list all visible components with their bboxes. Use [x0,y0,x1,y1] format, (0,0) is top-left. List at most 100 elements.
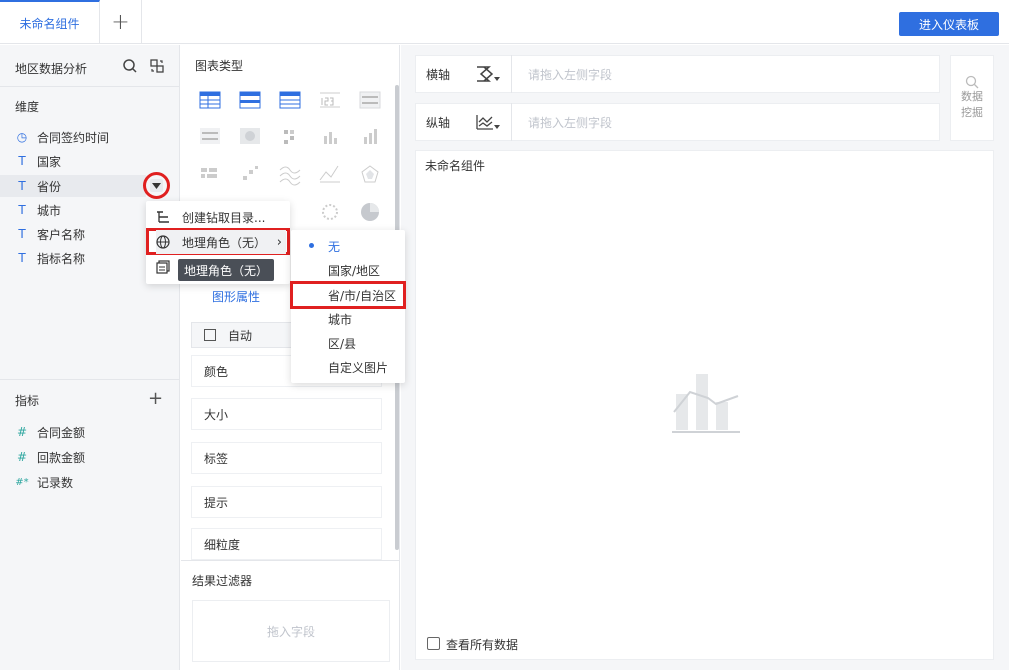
dimension-label: 客户名称 [37,227,86,242]
dimension-item[interactable]: T 城市 [15,200,61,220]
table-chart-icon[interactable] [199,91,221,109]
submenu-item-district[interactable]: 区/县 [328,331,356,355]
text-icon: T [18,251,26,265]
radar-chart-icon[interactable] [361,165,379,183]
search-icon[interactable] [122,58,138,74]
dimension-item[interactable]: T 客户名称 [15,224,85,244]
selected-dot-icon [309,243,314,248]
heatmap-icon[interactable] [240,128,260,144]
add-measure-icon[interactable]: + [148,390,163,408]
menu-create-drill[interactable]: 创建钻取目录... [156,205,284,229]
measure-item[interactable]: # 合同金额 [15,422,85,442]
dimension-label: 合同签约时间 [37,130,110,145]
text-icon: T [18,179,26,193]
filter-drop-zone[interactable]: 拖入字段 [192,600,390,662]
square-shape-icon [204,329,216,341]
x-axis-shelf[interactable]: 横轴 请拖入左侧字段 [415,55,940,93]
property-label[interactable]: 标签 [191,442,382,474]
submenu-item-custom-image[interactable]: 自定义图片 [328,355,388,379]
field-dropdown-button[interactable] [143,172,170,199]
y-axis-label: 纵轴 [426,115,451,130]
divider [0,379,180,380]
pie-chart-icon[interactable] [361,203,379,221]
dimension-label: 国家 [37,154,62,169]
divider [181,560,400,561]
sunburst-icon[interactable] [322,204,338,220]
kpi-number-icon[interactable] [320,92,340,108]
globe-icon [156,235,170,249]
copy-icon[interactable] [156,260,170,274]
measure-item[interactable]: #* 记录数 [15,472,73,492]
show-all-checkbox[interactable] [427,637,440,650]
text-icon: T [18,203,26,217]
switch-dataset-icon[interactable] [149,58,165,74]
bar-chart-icon[interactable] [324,132,337,144]
tooltip: 地理角色（无） [178,259,274,281]
detail-table-icon[interactable] [279,91,301,109]
menu-create-drill-label: 创建钻取目录... [182,210,266,225]
zigzag-axis-icon [476,66,500,82]
dimension-label: 指标名称 [37,251,86,266]
mining-label-1: 数据 [961,90,983,103]
list-table-icon[interactable] [359,91,381,109]
property-granularity[interactable]: 细粒度 [191,528,382,560]
tab-graphic-properties[interactable]: 图形属性 [212,288,260,305]
divider [0,86,180,87]
dimension-item[interactable]: T 指标名称 [15,248,85,268]
dimension-item[interactable]: ◷ 合同签约时间 [15,127,109,147]
column-chart-icon[interactable] [364,129,377,144]
add-tab-button[interactable]: + [100,0,142,44]
wave-icon[interactable] [279,166,301,186]
enter-dashboard-button[interactable]: 进入仪表板 [899,12,999,36]
stacked-icon[interactable] [201,168,217,178]
property-size[interactable]: 大小 [191,398,382,430]
clock-icon: ◷ [16,130,28,144]
y-axis-placeholder: 请拖入左侧字段 [528,115,613,130]
submenu-item-province[interactable]: 省/市/自治区 [328,283,396,307]
hash-star-icon: #* [15,476,29,488]
x-axis-placeholder: 请拖入左侧字段 [528,67,613,82]
y-axis-shelf[interactable]: 纵轴 请拖入左侧字段 [415,103,940,141]
text-icon: T [18,227,26,241]
dimension-label: 城市 [37,203,62,218]
show-all-label: 查看所有数据 [446,638,519,652]
data-mining-button[interactable]: 数据 挖掘 [950,55,994,141]
shape-type-label: 自动 [228,328,253,343]
line-chart-icon[interactable] [319,165,340,183]
dimension-label: 省份 [37,179,62,194]
drill-tree-icon [157,211,169,223]
measure-label: 合同金额 [37,425,86,440]
menu-geo-role[interactable]: 地理角色（无） › [156,230,286,254]
y-axis-type-select[interactable] [464,103,512,141]
cross-table-icon[interactable] [239,91,261,109]
dot-grid-icon[interactable] [284,130,294,144]
menu-geo-role-label: 地理角色（无） [182,235,267,250]
line-axis-icon [475,115,500,130]
submenu-item-country[interactable]: 国家/地区 [328,258,380,282]
result-filter-title: 结果过滤器 [192,574,253,588]
top-bar [0,0,1009,44]
hash-icon: # [16,450,28,464]
submenu-item-none[interactable]: 无 [328,234,340,258]
scatter-step-icon[interactable] [243,166,258,180]
x-axis-label: 横轴 [426,67,451,82]
property-tooltip[interactable]: 提示 [191,486,382,518]
measure-label: 记录数 [37,475,74,490]
dimension-item-selected[interactable]: T 省份 [15,176,61,196]
dimensions-title: 维度 [15,100,40,114]
dimension-item[interactable]: T 国家 [15,151,61,171]
text-icon: T [18,154,26,168]
mining-icon [965,75,979,89]
grouped-table-icon[interactable] [200,128,220,144]
submenu-item-city[interactable]: 城市 [328,307,352,331]
tab-unnamed-component[interactable]: 未命名组件 [0,0,100,44]
canvas-title: 未命名组件 [425,159,486,173]
chevron-down-icon [150,179,163,192]
empty-chart-icon [672,372,740,434]
dataset-name: 地区数据分析 [15,62,88,76]
chevron-right-icon: › [276,234,282,250]
measures-title: 指标 [15,394,40,408]
hash-icon: # [16,425,28,439]
x-axis-type-select[interactable] [464,55,512,93]
measure-item[interactable]: # 回款金额 [15,447,85,467]
